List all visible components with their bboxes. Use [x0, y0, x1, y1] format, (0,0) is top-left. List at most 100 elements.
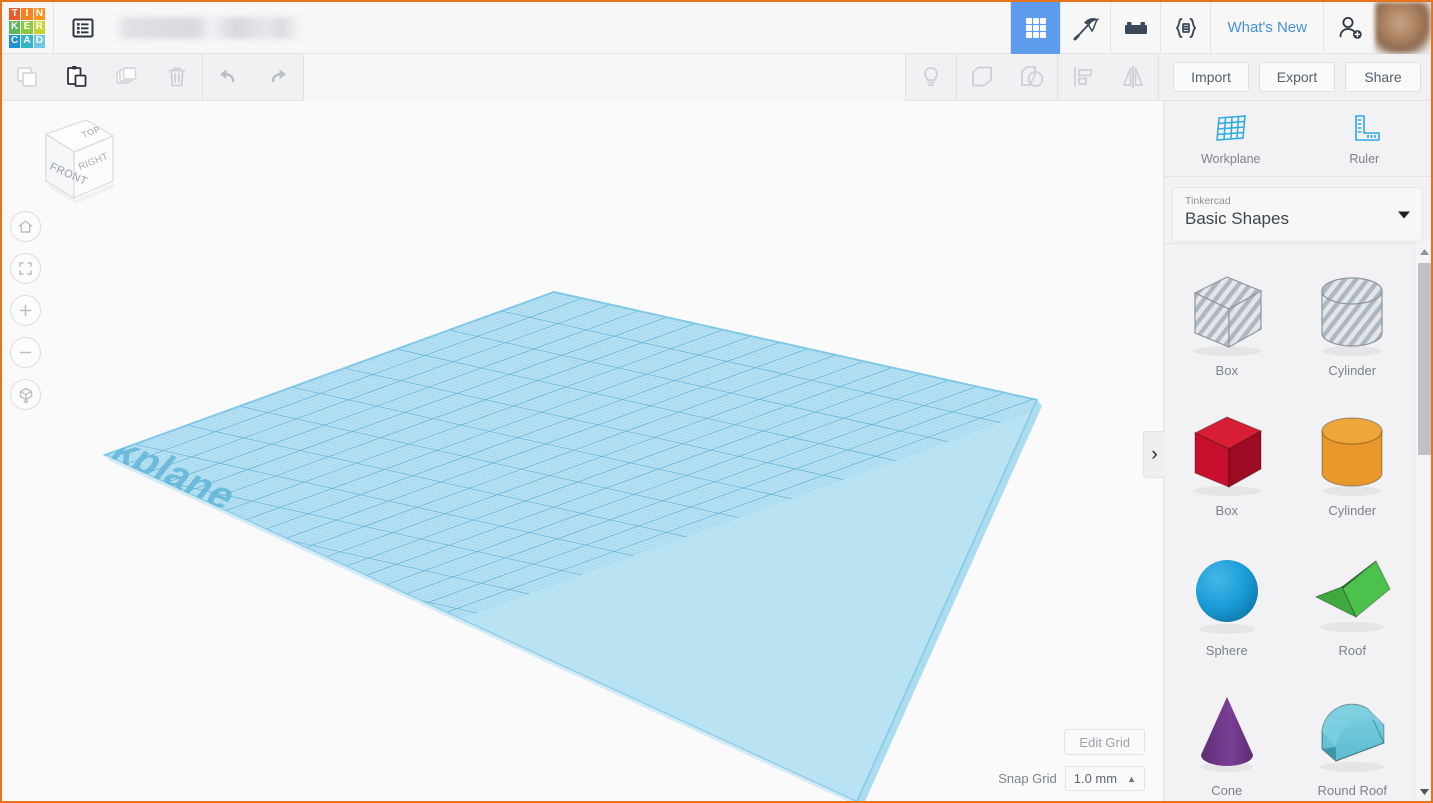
- list-view-icon[interactable]: [68, 13, 98, 43]
- shape-label: Cylinder: [1328, 362, 1377, 378]
- roundroof-thumbnail-icon: [1306, 687, 1398, 779]
- scroll-down-arrow-icon[interactable]: [1415, 783, 1431, 801]
- shape-library-category: Tinkercad: [1185, 195, 1231, 207]
- clipboard-button-group: [2, 54, 202, 101]
- toolbar-gap: [303, 53, 905, 101]
- ruler-icon: [1355, 114, 1381, 141]
- shape-library-selector-wrap: Tinkercad Basic Shapes: [1164, 177, 1431, 250]
- logo-tile-r: R: [33, 21, 45, 34]
- edit-grid-button[interactable]: Edit Grid: [1064, 729, 1145, 755]
- workplane-tool[interactable]: Workplane: [1164, 101, 1298, 176]
- paste-button[interactable]: [52, 54, 102, 101]
- fit-to-view-button[interactable]: [10, 253, 41, 284]
- ruler-tool[interactable]: Ruler: [1298, 101, 1432, 176]
- shape-roof[interactable]: Roof: [1290, 532, 1416, 672]
- workplane-grid[interactable]: Workplane: [2, 101, 1153, 801]
- caret-down-icon: [1398, 211, 1410, 218]
- home-view-button[interactable]: [10, 211, 41, 242]
- top-app-bar: TINKERCAD What's New: [2, 2, 1431, 54]
- zoom-in-button[interactable]: [10, 295, 41, 326]
- logo-tile-n: N: [33, 7, 45, 21]
- pickaxe-mode-button[interactable]: [1060, 2, 1110, 54]
- person-add-icon[interactable]: [1323, 2, 1375, 54]
- 3d-viewport[interactable]: Workplane TOP FRONT RIGHT Edit Grid Snap…: [2, 101, 1153, 801]
- object-tools-group: [905, 53, 1159, 101]
- shape-label: Cylinder: [1328, 502, 1377, 518]
- caret-up-icon: ▲: [1127, 773, 1136, 784]
- cone-thumbnail-icon: [1181, 687, 1273, 779]
- duplicate-button[interactable]: [102, 54, 152, 101]
- projection-toggle-button[interactable]: [10, 379, 41, 410]
- shape-label: Roof: [1338, 642, 1366, 658]
- shape-box-solid[interactable]: Box: [1164, 392, 1290, 532]
- shape-cylinder-solid[interactable]: Cylinder: [1290, 392, 1416, 532]
- box-thumbnail-icon: [1181, 267, 1273, 359]
- workplane-grid-icon: [1215, 114, 1246, 141]
- shape-cone[interactable]: Cone: [1164, 672, 1290, 801]
- tinkercad-app-window: TINKERCAD What's New Import Export Share…: [0, 0, 1433, 803]
- undo-button[interactable]: [203, 54, 253, 101]
- history-button-group: [203, 54, 303, 101]
- edit-toolbar: Import Export Share: [2, 53, 1431, 101]
- view-cube[interactable]: TOP FRONT RIGHT: [20, 112, 116, 217]
- share-button[interactable]: Share: [1345, 62, 1421, 92]
- logo-tile-a: A: [21, 34, 33, 48]
- logo-tile-e: E: [21, 21, 33, 34]
- whats-new-link[interactable]: What's New: [1210, 2, 1323, 54]
- cylinder-thumbnail-icon: [1306, 267, 1398, 359]
- shape-library-value: Basic Shapes: [1185, 208, 1289, 228]
- logo-tile-i: I: [21, 7, 33, 21]
- ruler-tool-label: Ruler: [1349, 151, 1380, 166]
- shape-sphere[interactable]: Sphere: [1164, 532, 1290, 672]
- logo-tile-k: K: [9, 21, 21, 34]
- shape-round-roof[interactable]: Round Roof: [1290, 672, 1416, 801]
- shape-cylinder-hole[interactable]: Cylinder: [1290, 252, 1416, 392]
- panel-scrollbar[interactable]: [1414, 243, 1431, 801]
- avatar[interactable]: [1375, 2, 1431, 54]
- panel-tool-row: Workplane Ruler: [1164, 101, 1431, 177]
- logo-tile-d: D: [33, 34, 45, 48]
- shape-label: Sphere: [1205, 642, 1248, 658]
- shape-label: Cone: [1211, 782, 1243, 798]
- shapes-gallery[interactable]: Box Cylinder Box Cylinder Sphere Roof Co…: [1164, 243, 1415, 801]
- trash-icon[interactable]: [152, 54, 202, 101]
- toolbar-divider: [1158, 53, 1159, 101]
- roof-thumbnail-icon: [1306, 547, 1398, 639]
- collapse-panel-button[interactable]: ›: [1143, 431, 1165, 478]
- ungroup-button[interactable]: [1007, 54, 1057, 101]
- snap-grid-select[interactable]: 1.0 mm ▲: [1064, 766, 1145, 791]
- shapes-grid: Box Cylinder Box Cylinder Sphere Roof Co…: [1164, 244, 1415, 801]
- logo-tile-t: T: [9, 7, 21, 21]
- logo-divider: [53, 2, 54, 54]
- import-button[interactable]: Import: [1173, 62, 1249, 92]
- shape-library-selector[interactable]: Tinkercad Basic Shapes: [1172, 187, 1423, 242]
- codeblocks-mode-button[interactable]: [1160, 2, 1210, 54]
- scroll-thumb[interactable]: [1418, 263, 1431, 455]
- zoom-out-button[interactable]: [10, 337, 41, 368]
- snap-grid-control: Snap Grid 1.0 mm ▲: [998, 766, 1145, 791]
- scroll-up-arrow-icon[interactable]: [1415, 243, 1431, 261]
- snap-grid-value: 1.0 mm: [1073, 771, 1118, 786]
- align-button[interactable]: [1058, 54, 1108, 101]
- workplane-tool-label: Workplane: [1200, 151, 1261, 166]
- project-title-redacted[interactable]: [116, 16, 301, 39]
- shape-box-hole[interactable]: Box: [1164, 252, 1290, 392]
- export-button[interactable]: Export: [1259, 62, 1335, 92]
- chevron-right-icon: ›: [1151, 443, 1158, 465]
- copy-button[interactable]: [2, 54, 52, 101]
- group-button[interactable]: [957, 54, 1007, 101]
- bricks-mode-button[interactable]: [1110, 2, 1160, 54]
- shape-label: Round Roof: [1317, 782, 1387, 798]
- shape-label: Box: [1215, 362, 1238, 378]
- logo-tile-c: C: [9, 34, 21, 48]
- box-thumbnail-icon: [1181, 407, 1273, 499]
- sphere-thumbnail-icon: [1181, 547, 1273, 639]
- snap-grid-label: Snap Grid: [998, 771, 1057, 786]
- design-mode-button[interactable]: [1010, 2, 1061, 54]
- mirror-button[interactable]: [1108, 54, 1158, 101]
- redo-button[interactable]: [253, 54, 303, 101]
- mode-switcher: What's New: [1010, 2, 1431, 54]
- shape-label: Box: [1215, 502, 1238, 518]
- lightbulb-icon[interactable]: [906, 54, 956, 101]
- tinkercad-logo[interactable]: TINKERCAD: [9, 7, 45, 48]
